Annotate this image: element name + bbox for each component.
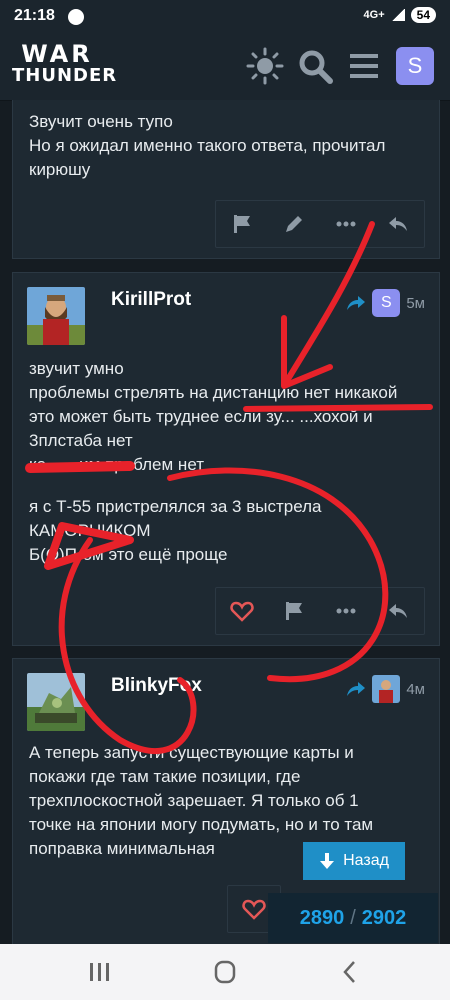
status-bar: 21:18 4G+ 54	[0, 0, 450, 32]
back-button[interactable]: Назад	[303, 842, 405, 880]
more-button[interactable]	[320, 201, 372, 247]
post-line: кирюшу	[29, 160, 91, 179]
post-avatar[interactable]	[27, 673, 85, 731]
flag-icon	[234, 215, 250, 233]
post-time[interactable]: 5м	[406, 295, 425, 312]
search-icon[interactable]	[295, 46, 335, 86]
status-time: 21:18	[14, 7, 55, 24]
heart-icon	[242, 899, 266, 920]
pencil-icon	[286, 216, 302, 232]
post-username[interactable]: KirillProt	[111, 289, 191, 311]
arrow-down-icon	[320, 853, 335, 869]
reply-icon	[389, 604, 407, 618]
flag-button[interactable]	[268, 588, 320, 634]
back-icon[interactable]	[336, 958, 366, 986]
back-label: Назад	[343, 852, 389, 869]
more-button[interactable]	[320, 588, 372, 634]
avatar-image	[27, 673, 85, 731]
avatar-image	[372, 675, 401, 703]
post-actions	[215, 587, 425, 635]
network-indicator: 4G+	[363, 9, 385, 21]
notification-icon	[68, 9, 84, 25]
reply-to-avatar[interactable]	[372, 675, 401, 703]
post-meta: S 5м	[346, 289, 425, 317]
post-line: ко... ...им проблем нет	[29, 455, 204, 474]
post-line: КАМОРНИКОМ	[29, 521, 151, 540]
reply-to-icon	[347, 682, 366, 696]
post-line: Но я ожидал именно такого ответа, прочит…	[29, 136, 386, 155]
post-body: Звучит очень тупо Но я ожидал именно так…	[29, 110, 423, 182]
flag-button[interactable]	[216, 201, 268, 247]
battery-indicator: 54	[410, 7, 436, 23]
theme-toggle-icon[interactable]	[245, 46, 285, 86]
flag-icon	[286, 602, 302, 620]
reply-icon	[389, 217, 407, 231]
reply-button[interactable]	[372, 201, 424, 247]
edit-button[interactable]	[268, 201, 320, 247]
home-icon[interactable]	[210, 958, 240, 986]
post-meta: 4м	[346, 675, 425, 703]
menu-icon[interactable]	[344, 46, 384, 86]
post-line: звучит умно	[29, 359, 124, 378]
site-header: WAR THUNDER S	[0, 32, 450, 101]
heart-icon	[230, 601, 254, 622]
reply-to-icon	[347, 296, 366, 310]
like-button[interactable]	[216, 588, 268, 634]
counter-total: 2902	[361, 906, 407, 929]
counter-current: 2890	[299, 906, 345, 929]
war-thunder-logo[interactable]: WAR THUNDER	[12, 40, 118, 90]
reply-button[interactable]	[372, 588, 424, 634]
post-counter[interactable]: 2890 / 2902	[268, 893, 438, 943]
status-right: 4G+ 54	[364, 7, 436, 23]
post-actions	[215, 200, 425, 248]
ellipsis-icon	[336, 608, 356, 614]
post-time[interactable]: 4м	[406, 681, 425, 698]
post-card-previous: Звучит очень тупо Но я ожидал именно так…	[12, 100, 440, 259]
post-avatar[interactable]	[27, 287, 85, 345]
android-nav-bar	[0, 944, 450, 1000]
post-line: я с Т-55 пристрелялся за 3 выстрела	[29, 497, 322, 516]
post-line: это может быть труднее если зу... ...хох…	[29, 407, 373, 426]
avatar-image	[27, 287, 85, 345]
recent-apps-icon[interactable]	[84, 958, 114, 986]
logo-line2: THUNDER	[12, 65, 118, 86]
post-line: Звучит очень тупо	[29, 112, 173, 131]
post-line: проблемы стрелять на дистанцию нет никак…	[29, 383, 398, 402]
counter-separator: /	[350, 906, 356, 929]
signal-icon	[390, 9, 405, 21]
post-line: Б(О)П-ом это ещё проще	[29, 545, 228, 564]
reply-to-avatar[interactable]: S	[372, 289, 401, 317]
post-body: звучит умно проблемы стрелять на дистанц…	[29, 357, 423, 567]
post-card-kirillprot: KirillProt S 5м звучит умно проблемы стр…	[12, 272, 440, 646]
post-username[interactable]: BlinkyFox	[111, 675, 202, 697]
user-avatar[interactable]: S	[396, 47, 434, 85]
ellipsis-icon	[336, 221, 356, 227]
post-line: 3плстаба нет	[29, 431, 133, 450]
logo-line1: WAR	[21, 40, 93, 68]
